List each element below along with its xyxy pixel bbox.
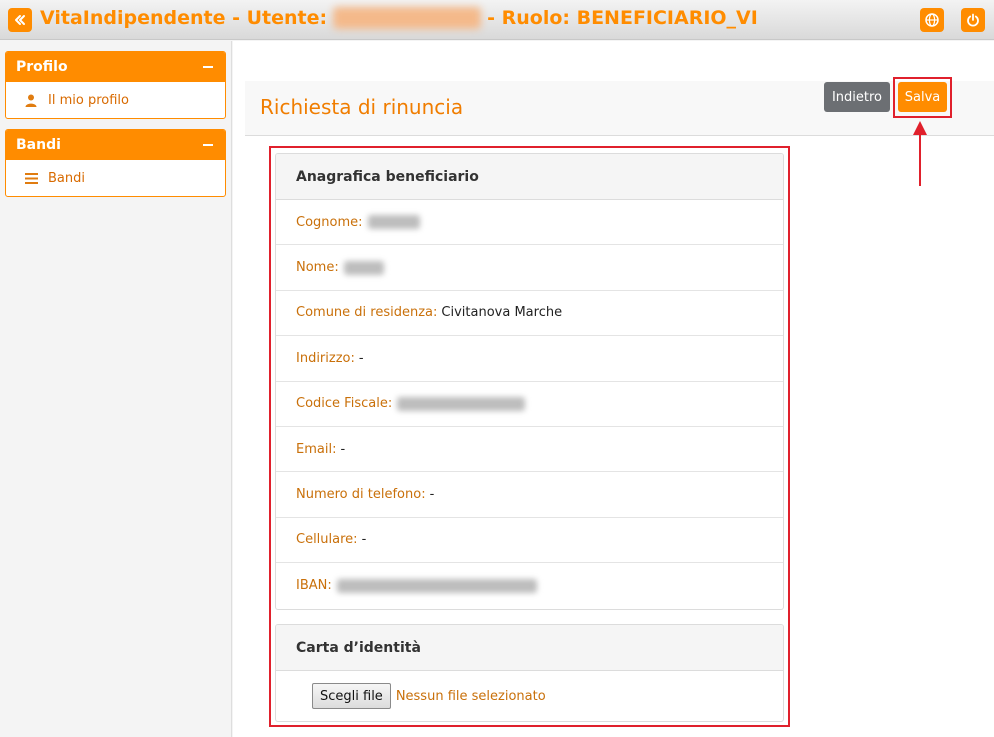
file-input: Scegli file Nessun file selezionato [276,671,783,721]
sidebar-panel-profilo: Profilo Il mio profilo [5,51,226,119]
field-row: Nome: [276,245,783,291]
field-row: IBAN: [276,563,783,608]
logout-button[interactable] [961,8,985,32]
back-button[interactable]: Indietro [824,82,890,112]
field-value-blurred [343,260,384,275]
field-row: Numero di telefono: - [276,472,783,518]
field-label: Indirizzo: [296,350,355,366]
main-content: Richiesta di rinuncia Indietro Salva Ana… [233,41,994,737]
field-label: Codice Fiscale: [296,396,393,412]
language-button[interactable] [920,8,944,32]
sidebar-item-label: Il mio profilo [48,92,129,108]
field-label: Cellulare: [296,532,358,548]
sidebar: Profilo Il mio profilo Bandi Bandi [0,41,232,737]
field-value: - [361,532,367,548]
field-row: Cognome: [276,200,783,246]
field-label: Numero di telefono: [296,487,426,503]
list-icon [24,171,38,185]
sidebar-panel-title: Profilo [16,59,68,75]
field-label: Cognome: [296,214,363,230]
card-title: Carta d’identità [276,625,783,671]
field-value: Civitanova Marche [441,305,563,321]
card-title: Anagrafica beneficiario [276,154,783,200]
field-label: Email: [296,441,337,457]
app-header: VitaIndipendente - Utente: - Ruolo: BENE… [0,0,994,40]
field-row: Comune di residenza: Civitanova Marche [276,291,783,337]
sidebar-item-my-profile[interactable]: Il mio profilo [6,82,225,118]
double-chevron-left-icon [15,15,25,25]
field-value: - [358,350,364,366]
power-icon [967,13,979,27]
identity-card: Carta d’identità Scegli file Nessun file… [275,624,784,722]
sidebar-item-bandi[interactable]: Bandi [6,160,225,196]
field-row: Cellulare: - [276,518,783,564]
sidebar-panel-title: Bandi [16,137,61,153]
field-value: - [429,487,435,503]
field-value-blurred [336,578,537,593]
role-text: - Ruolo: BENEFICIARIO_VI [487,7,758,29]
user-icon [24,93,38,107]
globe-icon [925,13,939,27]
beneficiary-card: Anagrafica beneficiario Cognome: Nome: C… [275,153,784,610]
field-label: Comune di residenza: [296,305,438,321]
file-status-text: Nessun file selezionato [395,688,546,704]
field-row: Email: - [276,427,783,473]
field-row: Indirizzo: - [276,336,783,382]
collapse-sidebar-button[interactable] [8,8,32,32]
field-label: Nome: [296,260,339,276]
choose-file-button[interactable]: Scegli file [312,683,391,709]
user-name-blurred [333,7,482,29]
field-label: IBAN: [296,578,332,594]
app-title-text: VitaIndipendente - Utente: [40,7,328,29]
field-row: Codice Fiscale: [276,382,783,427]
page-title: Richiesta di rinuncia [260,95,464,119]
field-value-blurred [397,396,526,411]
sidebar-panel-header[interactable]: Profilo [6,52,225,82]
sidebar-panel-bandi: Bandi Bandi [5,129,226,197]
collapse-icon[interactable] [203,66,213,68]
arrow-up-icon [913,121,927,186]
save-highlight-box [893,77,952,118]
field-value: - [340,441,346,457]
sidebar-item-label: Bandi [48,170,85,186]
field-value-blurred [367,215,420,230]
app-title: VitaIndipendente - Utente: - Ruolo: BENE… [40,7,758,29]
sidebar-panel-header[interactable]: Bandi [6,130,225,160]
collapse-icon[interactable] [203,144,213,146]
